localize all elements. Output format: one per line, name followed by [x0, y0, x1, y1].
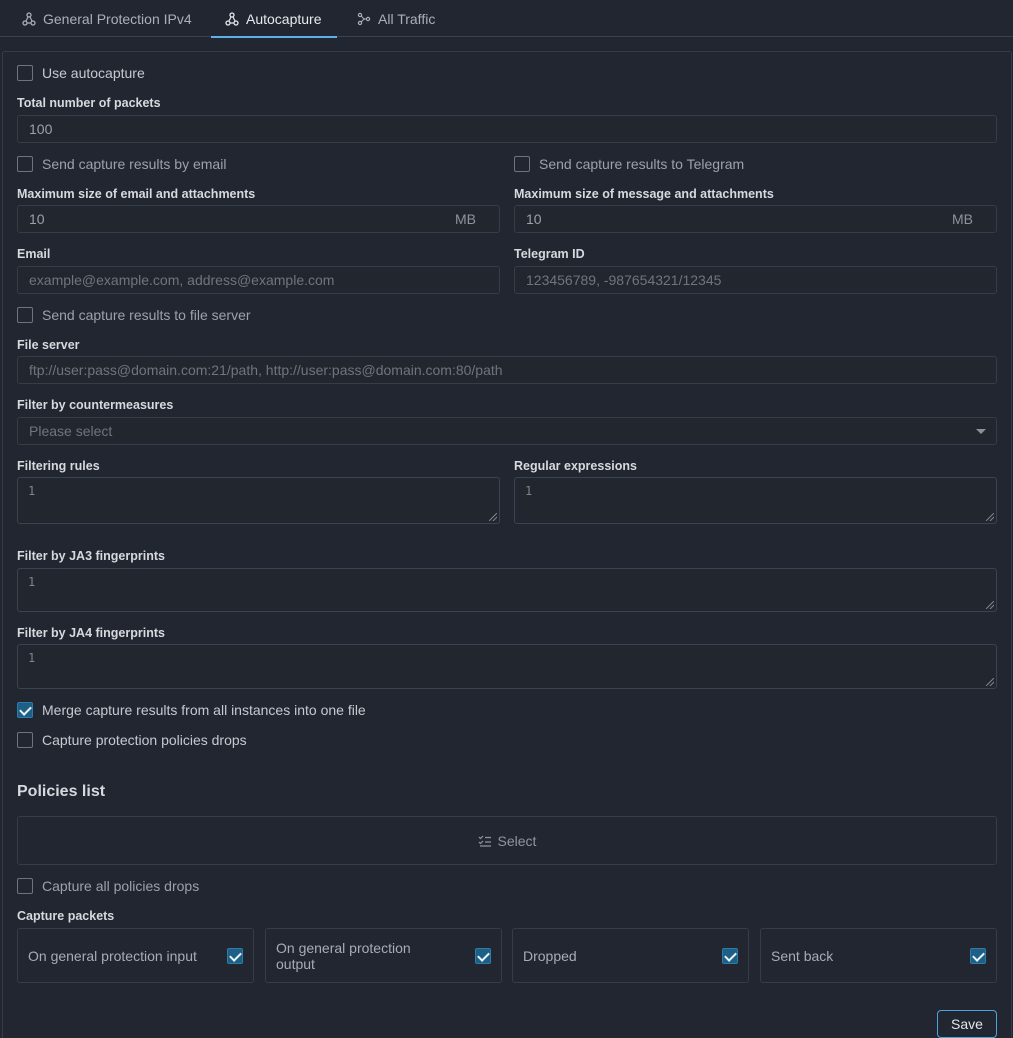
capture-option-label: On general protection input: [28, 947, 197, 964]
email-max-size-unit: MB: [455, 211, 476, 227]
telegram-send-label: Send capture results to Telegram: [539, 156, 745, 172]
ja4-textarea[interactable]: 1: [17, 644, 997, 689]
capture-packets-label: Capture packets: [17, 909, 115, 923]
ja3-textarea[interactable]: 1: [17, 568, 997, 612]
policies-select-label: Select: [497, 832, 537, 849]
capture-option-input[interactable]: On general protection input: [17, 928, 254, 983]
ja4-label: Filter by JA4 fingerprints: [17, 626, 165, 640]
chevron-down-icon: [976, 428, 986, 434]
email-placeholder: example@example.com, address@example.com: [29, 272, 335, 288]
capture-all-row[interactable]: Capture all policies drops: [17, 878, 199, 894]
file-server-input[interactable]: ftp://user:pass@domain.com:21/path, http…: [17, 356, 997, 384]
capture-option-output[interactable]: On general protection output: [265, 928, 502, 983]
network-icon: [225, 11, 239, 26]
use-autocapture-row[interactable]: Use autocapture: [17, 65, 145, 81]
file-server-placeholder: ftp://user:pass@domain.com:21/path, http…: [29, 362, 503, 378]
email-input[interactable]: example@example.com, address@example.com: [17, 266, 500, 294]
file-server-send-row[interactable]: Send capture results to file server: [17, 307, 251, 323]
capture-option-checkbox[interactable]: [970, 947, 986, 964]
email-max-size-label: Maximum size of email and attachments: [17, 187, 256, 201]
telegram-id-placeholder: 123456789, -987654321/12345: [526, 272, 722, 288]
line-number: 1: [28, 484, 36, 498]
countermeasures-label: Filter by countermeasures: [17, 398, 174, 412]
file-server-label: File server: [17, 338, 80, 352]
tab-label: Autocapture: [246, 10, 322, 27]
resize-grip-icon[interactable]: [986, 601, 994, 609]
capture-option-checkbox[interactable]: [227, 947, 243, 964]
capture-all-label: Capture all policies drops: [42, 878, 200, 894]
merge-label: Merge capture results from all instances…: [42, 702, 366, 718]
capture-option-dropped[interactable]: Dropped: [512, 928, 749, 983]
policies-select-button[interactable]: Select: [17, 816, 997, 865]
policy-drops-checkbox[interactable]: [17, 732, 33, 748]
line-number: 1: [28, 575, 36, 589]
tab-general-protection-ipv4[interactable]: General Protection IPv4: [22, 0, 192, 37]
ja3-label: Filter by JA3 fingerprints: [17, 549, 165, 563]
resize-grip-icon[interactable]: [489, 513, 497, 521]
regex-textarea[interactable]: 1: [514, 477, 997, 524]
capture-option-label: On general protection output: [276, 939, 411, 972]
network-icon: [22, 11, 36, 26]
filtering-rules-label: Filtering rules: [17, 459, 100, 473]
file-server-send-label: Send capture results to file server: [42, 307, 251, 323]
telegram-id-input[interactable]: 123456789, -987654321/12345: [514, 266, 997, 294]
telegram-max-size-input[interactable]: 10 MB: [514, 205, 997, 233]
telegram-max-size-unit: MB: [952, 211, 973, 227]
active-tab-indicator: [211, 36, 337, 38]
tab-bar: General Protection IPv4 Autocapture All …: [0, 0, 1013, 38]
line-number: 1: [525, 484, 533, 498]
resize-grip-icon[interactable]: [986, 678, 994, 686]
email-send-label: Send capture results by email: [42, 156, 227, 172]
capture-option-checkbox[interactable]: [475, 947, 491, 964]
merge-checkbox[interactable]: [17, 702, 33, 718]
email-max-size-input[interactable]: 10 MB: [17, 205, 500, 233]
policy-drops-label: Capture protection policies drops: [42, 732, 247, 748]
policy-drops-row[interactable]: Capture protection policies drops: [17, 732, 247, 748]
merge-row[interactable]: Merge capture results from all instances…: [17, 702, 366, 718]
countermeasures-select[interactable]: Please select: [17, 417, 997, 445]
save-button[interactable]: Save: [937, 1010, 997, 1038]
capture-option-label: Dropped: [523, 947, 577, 964]
telegram-id-label: Telegram ID: [514, 247, 585, 261]
file-server-send-checkbox[interactable]: [17, 307, 33, 323]
email-send-row[interactable]: Send capture results by email: [17, 156, 226, 172]
email-send-checkbox[interactable]: [17, 156, 33, 172]
email-max-size-value: 10: [29, 211, 45, 227]
total-packets-input[interactable]: 100: [17, 115, 997, 143]
email-label: Email: [17, 247, 51, 261]
telegram-send-row[interactable]: Send capture results to Telegram: [514, 156, 744, 172]
use-autocapture-checkbox[interactable]: [17, 65, 33, 81]
telegram-max-size-value: 10: [526, 211, 542, 227]
countermeasures-placeholder: Please select: [29, 423, 113, 439]
regex-label: Regular expressions: [514, 459, 637, 473]
telegram-send-checkbox[interactable]: [514, 156, 530, 172]
line-number: 1: [28, 651, 36, 665]
checklist-icon: [478, 835, 491, 847]
traffic-icon: [357, 12, 371, 25]
resize-grip-icon[interactable]: [986, 513, 994, 521]
telegram-max-size-label: Maximum size of message and attachments: [514, 187, 774, 201]
total-packets-value: 100: [29, 121, 53, 137]
tab-label: General Protection IPv4: [43, 10, 192, 27]
tab-all-traffic[interactable]: All Traffic: [357, 0, 435, 37]
total-packets-label: Total number of packets: [17, 96, 161, 110]
filtering-rules-textarea[interactable]: 1: [17, 477, 500, 524]
policies-list-title: Policies list: [17, 783, 106, 800]
tab-label: All Traffic: [378, 10, 436, 27]
capture-option-checkbox[interactable]: [722, 947, 738, 964]
capture-all-checkbox[interactable]: [17, 878, 33, 894]
capture-option-label: Sent back: [771, 947, 834, 964]
tab-autocapture[interactable]: Autocapture: [211, 0, 337, 38]
capture-option-sent-back[interactable]: Sent back: [760, 928, 997, 983]
use-autocapture-label: Use autocapture: [42, 65, 145, 81]
